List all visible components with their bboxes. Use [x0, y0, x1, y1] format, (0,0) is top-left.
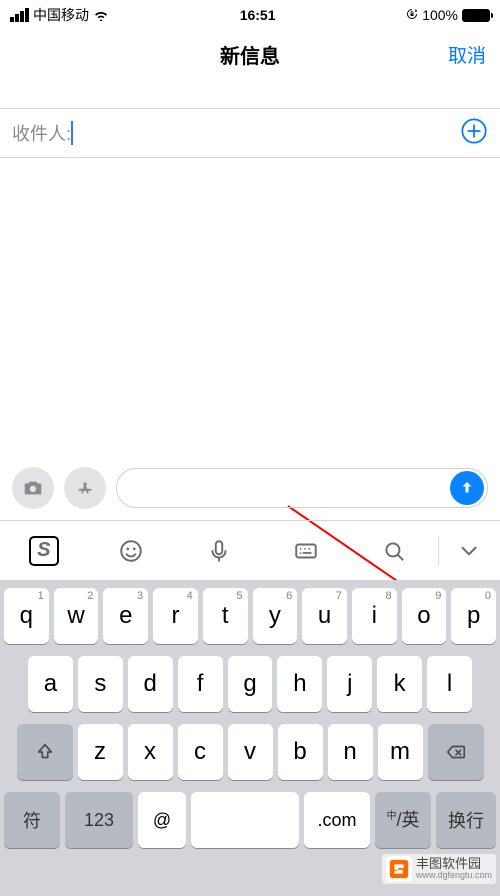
- key-r[interactable]: r4: [153, 588, 198, 644]
- status-left: 中国移动: [10, 5, 109, 25]
- battery-icon: [462, 9, 490, 22]
- battery-pct: 100%: [422, 7, 458, 23]
- wifi-icon: [93, 9, 109, 21]
- backspace-key[interactable]: [428, 724, 484, 780]
- status-time: 16:51: [240, 7, 276, 23]
- key-w[interactable]: w2: [54, 588, 99, 644]
- dotcom-key[interactable]: .com: [304, 792, 370, 848]
- shift-key[interactable]: [17, 724, 73, 780]
- key-k[interactable]: k: [377, 656, 422, 712]
- keyboard-switch-button[interactable]: [263, 538, 351, 564]
- recipient-row: 收件人:: [0, 108, 500, 158]
- key-row-1: q1w2e3r4t5y6u7i8o9p0: [4, 588, 496, 644]
- search-button[interactable]: [350, 538, 438, 564]
- key-c[interactable]: c: [178, 724, 223, 780]
- cancel-button[interactable]: 取消: [448, 41, 486, 68]
- status-right: 100%: [406, 7, 490, 23]
- voice-button[interactable]: [175, 538, 263, 564]
- at-key[interactable]: @: [138, 792, 186, 848]
- message-input[interactable]: [116, 468, 488, 508]
- numeric-key[interactable]: 123: [65, 792, 133, 848]
- key-j[interactable]: j: [327, 656, 372, 712]
- app-store-button[interactable]: [64, 467, 106, 509]
- key-y[interactable]: y6: [253, 588, 298, 644]
- key-t[interactable]: t5: [203, 588, 248, 644]
- symbol-key[interactable]: 符: [4, 792, 60, 848]
- space-key[interactable]: [191, 792, 299, 848]
- send-button[interactable]: [450, 471, 484, 505]
- keyboard-toolbar: S: [0, 520, 500, 580]
- language-key[interactable]: 中/英: [375, 792, 431, 848]
- key-g[interactable]: g: [228, 656, 273, 712]
- compose-bar: [0, 460, 500, 516]
- key-q[interactable]: q1: [4, 588, 49, 644]
- key-d[interactable]: d: [128, 656, 173, 712]
- key-x[interactable]: x: [128, 724, 173, 780]
- nav-bar: 新信息 取消: [0, 30, 500, 78]
- key-z[interactable]: z: [78, 724, 123, 780]
- key-h[interactable]: h: [277, 656, 322, 712]
- key-p[interactable]: p0: [451, 588, 496, 644]
- key-o[interactable]: o9: [402, 588, 447, 644]
- sogou-button[interactable]: S: [0, 536, 88, 566]
- key-l[interactable]: l: [427, 656, 472, 712]
- add-contact-button[interactable]: [460, 117, 488, 150]
- key-v[interactable]: v: [228, 724, 273, 780]
- key-s[interactable]: s: [78, 656, 123, 712]
- key-i[interactable]: i8: [352, 588, 397, 644]
- recipient-input[interactable]: [79, 123, 460, 144]
- key-e[interactable]: e3: [103, 588, 148, 644]
- collapse-keyboard-button[interactable]: [439, 538, 500, 564]
- key-n[interactable]: n: [328, 724, 373, 780]
- key-a[interactable]: a: [28, 656, 73, 712]
- key-f[interactable]: f: [178, 656, 223, 712]
- return-key[interactable]: 换行: [436, 792, 496, 848]
- text-cursor: [71, 121, 73, 145]
- emoji-button[interactable]: [88, 538, 176, 564]
- carrier-label: 中国移动: [33, 5, 89, 25]
- recipient-label: 收件人:: [12, 120, 71, 146]
- key-b[interactable]: b: [278, 724, 323, 780]
- signal-icon: [10, 8, 29, 22]
- watermark: 丰图软件园 www.dgfengtu.com: [382, 854, 496, 884]
- watermark-icon: [386, 856, 412, 882]
- page-title: 新信息: [220, 40, 280, 69]
- watermark-text: 丰图软件园 www.dgfengtu.com: [416, 857, 492, 881]
- key-row-4: 符 123 @ .com 中/英 换行: [4, 792, 496, 848]
- key-row-2: asdfghjkl: [4, 656, 496, 712]
- key-row-3: zxcvbnm: [4, 724, 496, 780]
- key-m[interactable]: m: [378, 724, 423, 780]
- status-bar: 中国移动 16:51 100%: [0, 0, 500, 30]
- camera-button[interactable]: [12, 467, 54, 509]
- orientation-lock-icon: [406, 7, 418, 23]
- keyboard: q1w2e3r4t5y6u7i8o9p0 asdfghjkl zxcvbnm 符…: [0, 580, 500, 896]
- key-u[interactable]: u7: [302, 588, 347, 644]
